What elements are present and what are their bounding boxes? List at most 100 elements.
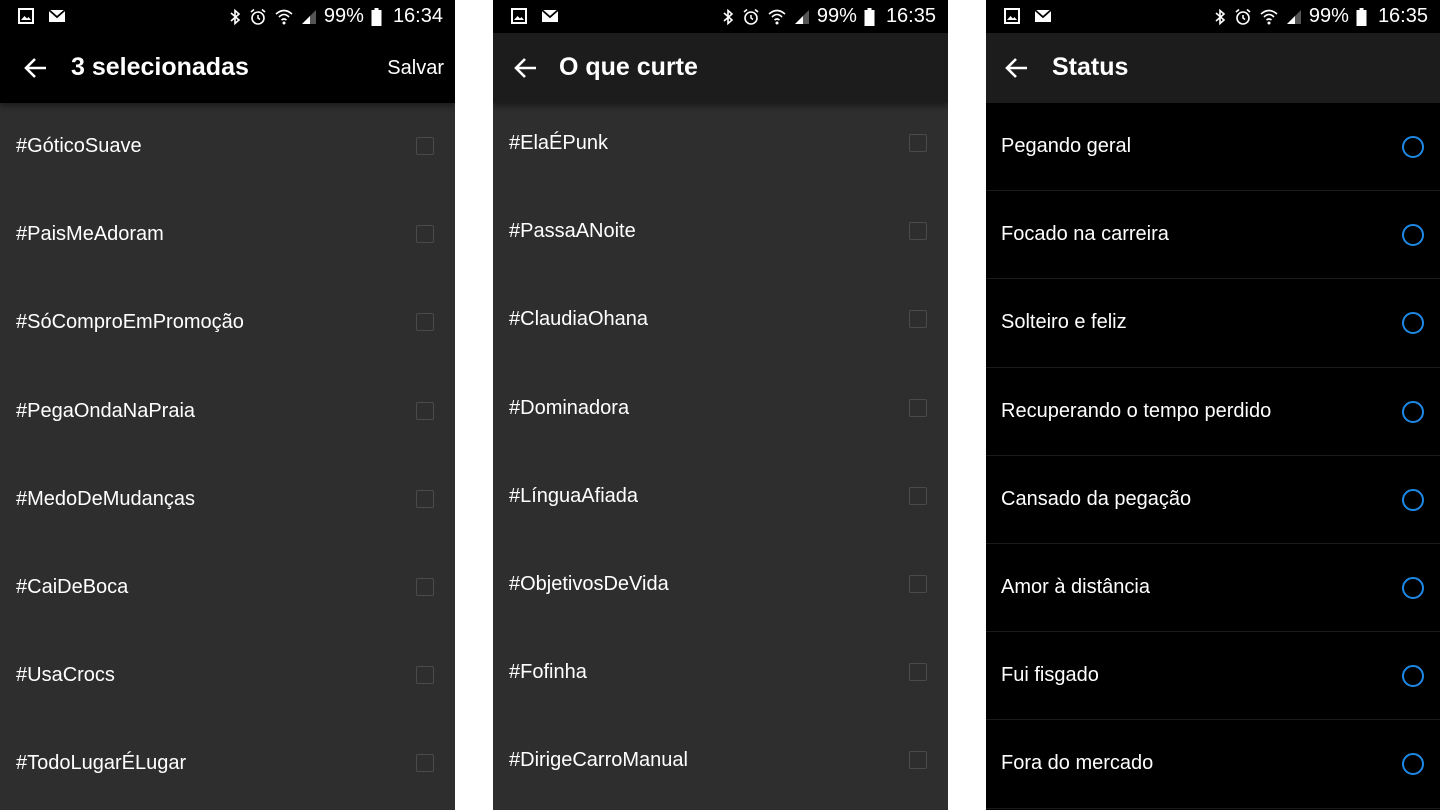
list-item[interactable]: #ObjetivosDeVida bbox=[493, 541, 948, 629]
list-item[interactable]: #GóticoSuave bbox=[0, 103, 455, 191]
status-bar: 99% 16:35 bbox=[493, 0, 948, 33]
list-item-label: Fui fisgado bbox=[1001, 664, 1099, 687]
checkbox[interactable] bbox=[909, 398, 927, 417]
page-title: Status bbox=[1052, 53, 1129, 81]
list-item[interactable]: #TodoLugarÉLugar bbox=[0, 720, 455, 808]
radio-button[interactable] bbox=[1402, 224, 1424, 247]
radio-button[interactable] bbox=[1402, 753, 1424, 776]
list-item-label: #PaisMeAdoram bbox=[16, 223, 164, 246]
radio-button[interactable] bbox=[1402, 576, 1424, 599]
radio-button[interactable] bbox=[1402, 400, 1424, 423]
interests-screen: 99% 16:35 O que curte #ElaÉPunk #PassaAN… bbox=[493, 0, 948, 810]
list-item[interactable]: #Dominadora bbox=[493, 365, 948, 453]
checkbox[interactable] bbox=[416, 313, 434, 332]
back-arrow-icon[interactable] bbox=[1003, 54, 1031, 82]
list-item[interactable]: #CaiDeBoca bbox=[0, 544, 455, 632]
list-item[interactable]: #Fofinha bbox=[493, 629, 948, 717]
battery-percent: 99% bbox=[816, 5, 857, 27]
list-item[interactable]: #LínguaAfiada bbox=[493, 453, 948, 541]
checkbox[interactable] bbox=[416, 489, 434, 508]
list-item[interactable]: #PassaANoite bbox=[493, 188, 948, 276]
hashtag-list: #GóticoSuave #PaisMeAdoram #SóComproEmPr… bbox=[0, 103, 455, 809]
list-item-label: #DirigeCarroManual bbox=[509, 749, 688, 772]
checkbox[interactable] bbox=[416, 577, 434, 596]
gallery-notification-icon bbox=[18, 8, 34, 24]
interest-list: #ElaÉPunk #PassaANoite #ClaudiaOhana #Do… bbox=[493, 100, 948, 806]
battery-icon bbox=[864, 7, 875, 26]
back-arrow-icon[interactable] bbox=[22, 54, 50, 82]
list-item-label: Recuperando o tempo perdido bbox=[1001, 399, 1272, 422]
signal-icon bbox=[301, 9, 316, 24]
alarm-icon bbox=[1235, 8, 1251, 25]
checkbox[interactable] bbox=[909, 751, 927, 770]
radio-button[interactable] bbox=[1402, 312, 1424, 335]
battery-icon bbox=[1356, 7, 1367, 26]
gallery-notification-icon bbox=[1004, 8, 1020, 24]
list-item-label: Cansado da pegação bbox=[1001, 487, 1192, 510]
list-item[interactable]: #PaisMeAdoram bbox=[0, 191, 455, 279]
status-screen: 99% 16:35 Status Pegando geral Focado na… bbox=[986, 0, 1440, 810]
list-item-label: #Dominadora bbox=[509, 396, 630, 419]
back-arrow-icon[interactable] bbox=[512, 54, 540, 82]
list-item-label: #TodoLugarÉLugar bbox=[16, 752, 187, 775]
list-item-label: #SóComproEmPromoção bbox=[16, 311, 244, 334]
bluetooth-icon bbox=[1215, 8, 1226, 25]
clock: 16:35 bbox=[885, 5, 936, 27]
list-item[interactable]: #ElaÉPunk bbox=[493, 100, 948, 188]
mail-notification-icon bbox=[48, 9, 66, 22]
toolbar: O que curte bbox=[493, 33, 948, 103]
radio-button[interactable] bbox=[1402, 488, 1424, 511]
checkbox[interactable] bbox=[909, 222, 927, 241]
list-item[interactable]: Fora do mercado bbox=[986, 720, 1440, 809]
list-item-label: #Fofinha bbox=[509, 661, 587, 684]
battery-percent: 99% bbox=[323, 5, 364, 27]
battery-percent: 99% bbox=[1308, 5, 1349, 27]
list-item-label: #ClaudiaOhana bbox=[509, 308, 648, 331]
list-item[interactable]: Solteiro e feliz bbox=[986, 279, 1440, 368]
list-item[interactable]: Cansado da pegação bbox=[986, 456, 1440, 544]
checkbox[interactable] bbox=[416, 666, 434, 685]
checkbox[interactable] bbox=[909, 310, 927, 329]
checkbox[interactable] bbox=[909, 574, 927, 593]
list-item[interactable]: Fui fisgado bbox=[986, 632, 1440, 721]
checkbox[interactable] bbox=[416, 754, 434, 773]
clock: 16:35 bbox=[1377, 5, 1428, 27]
status-bar: 99% 16:34 bbox=[0, 0, 455, 33]
list-item-label: Solteiro e feliz bbox=[1001, 311, 1127, 334]
clock: 16:34 bbox=[392, 5, 443, 27]
list-item[interactable]: #PegaOndaNaPraia bbox=[0, 368, 455, 456]
save-button[interactable]: Salvar bbox=[387, 57, 444, 80]
mail-notification-icon bbox=[541, 9, 559, 22]
page-title: O que curte bbox=[559, 53, 698, 81]
gallery-notification-icon bbox=[511, 8, 527, 24]
list-item[interactable]: Focado na carreira bbox=[986, 191, 1440, 280]
checkbox[interactable] bbox=[416, 137, 434, 155]
list-item-label: #ElaÉPunk bbox=[509, 132, 608, 154]
alarm-icon bbox=[250, 8, 266, 25]
wifi-icon bbox=[275, 9, 293, 24]
checkbox[interactable] bbox=[416, 401, 434, 420]
list-item[interactable]: #ClaudiaOhana bbox=[493, 276, 948, 364]
list-item[interactable]: Recuperando o tempo perdido bbox=[986, 368, 1440, 456]
hashtag-selection-screen: 99% 16:34 3 selecionadas Salvar #GóticoS… bbox=[0, 0, 455, 810]
list-item-label: #CaiDeBoca bbox=[16, 575, 129, 598]
checkbox[interactable] bbox=[909, 486, 927, 505]
list-item[interactable]: #UsaCrocs bbox=[0, 632, 455, 720]
checkbox[interactable] bbox=[909, 663, 927, 682]
list-item[interactable]: #DirigeCarroManual bbox=[493, 717, 948, 805]
battery-icon bbox=[371, 7, 382, 26]
checkbox[interactable] bbox=[909, 134, 927, 152]
list-item[interactable]: #MedoDeMudanças bbox=[0, 456, 455, 544]
radio-button[interactable] bbox=[1402, 665, 1424, 688]
list-item[interactable]: Amor à distância bbox=[986, 544, 1440, 633]
list-item-label: Amor à distância bbox=[1001, 575, 1150, 598]
alarm-icon bbox=[743, 8, 759, 25]
radio-button[interactable] bbox=[1402, 136, 1424, 158]
bluetooth-icon bbox=[723, 8, 734, 25]
checkbox[interactable] bbox=[416, 225, 434, 244]
list-item[interactable]: #SóComproEmPromoção bbox=[0, 279, 455, 367]
status-options-list: Pegando geral Focado na carreira Solteir… bbox=[986, 103, 1440, 809]
list-item-label: #UsaCrocs bbox=[16, 664, 115, 687]
list-item-label: #LínguaAfiada bbox=[509, 484, 639, 507]
list-item[interactable]: Pegando geral bbox=[986, 103, 1440, 192]
